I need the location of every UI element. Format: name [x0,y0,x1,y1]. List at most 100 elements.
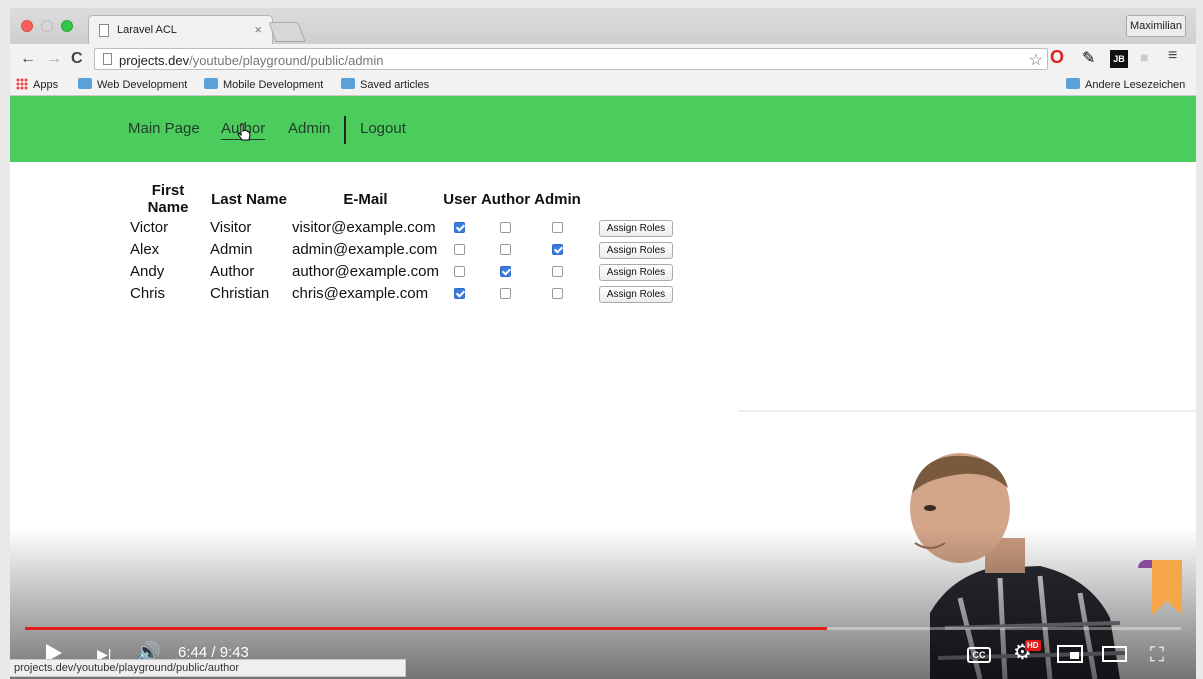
role-author-checkbox[interactable] [500,244,512,256]
role-author-checkbox[interactable] [500,222,512,234]
menu-icon[interactable]: ≡ [1168,47,1186,65]
cell-user [441,216,479,238]
cell-email: admin@example.com [292,240,438,258]
bookmark-other[interactable]: Andere Lesezeichen [1066,78,1185,91]
role-author-checkbox[interactable] [500,266,512,278]
browser-toolbar: ← → C projects.dev/youtube/playground/pu… [10,44,1196,74]
cell-first: Alex [130,240,160,258]
nav-logout[interactable]: Logout [360,120,406,137]
address-url: projects.dev/youtube/playground/public/a… [119,53,384,68]
user-icon[interactable]: ■ [1140,49,1158,67]
cell-last: Admin [210,240,253,258]
table-row: Andy Author author@example.com Assign Roles [128,260,675,282]
cell-user [441,282,479,304]
assign-roles-button[interactable]: Assign Roles [598,241,674,259]
nav-divider [344,116,346,144]
cell-action: Assign Roles [583,238,675,260]
page-icon [103,53,112,65]
apps-grid-icon [16,78,28,90]
nav-main-page[interactable]: Main Page [128,120,200,137]
forward-icon[interactable]: → [46,50,62,68]
column-header: Last Name [211,190,287,208]
cell-last: Author [210,262,255,280]
bookmark-ribbon-icon [1138,560,1154,568]
column-header: User [443,190,477,208]
bookmark-star-icon[interactable]: ☆ [1029,50,1043,70]
role-admin-checkbox[interactable] [551,266,563,278]
fullscreen-icon[interactable]: ⛶ [1150,644,1164,667]
reload-icon[interactable]: C [71,50,83,68]
status-url-bubble: projects.dev/youtube/playground/public/a… [10,659,406,677]
back-icon[interactable]: ← [20,50,36,68]
bookmark-folder[interactable]: Saved articles [341,78,429,91]
captions-button[interactable]: CC [967,647,991,663]
cell-action: Assign Roles [583,260,675,282]
column-header: First Name [147,182,189,216]
role-author-checkbox[interactable] [500,288,512,300]
cell-last: Visitor [210,218,252,236]
role-admin-checkbox[interactable] [551,222,563,234]
hd-badge: HD [1025,640,1041,651]
folder-icon [341,78,355,89]
cell-user [441,238,479,260]
bookmarks-bar: Apps Web Development Mobile Development … [10,74,1196,96]
cell-first: Victor [130,218,169,236]
table-row: Chris Christian chris@example.com Assign Ro… [128,282,675,304]
bookmark-folder[interactable]: Mobile Development [204,78,323,91]
window-titlebar: Laravel ACL × Maximilian [10,8,1196,44]
folder-icon [204,78,218,89]
users-table: First Name Last Name E-Mail User Author … [128,182,675,304]
cell-admin [532,238,583,260]
cell-action: Assign Roles [583,282,675,304]
cell-author [479,238,532,260]
opera-icon[interactable]: O [1050,47,1068,67]
role-admin-checkbox[interactable] [551,288,563,300]
cell-user [441,260,479,282]
cell-admin [532,282,583,304]
divider [738,410,1196,412]
folder-icon [78,78,92,89]
table-row: Victor Visitor visitor@example.com Assign R… [128,216,675,238]
cell-first: Chris [130,284,166,302]
cell-author [479,260,532,282]
cell-email: author@example.com [292,262,439,280]
assign-roles-button[interactable]: Assign Roles [598,285,674,303]
cell-author [479,216,532,238]
assign-roles-button[interactable]: Assign Roles [598,263,674,281]
assign-roles-button[interactable]: Assign Roles [598,219,674,237]
role-user-checkbox[interactable] [454,244,466,256]
browser-tab[interactable]: Laravel ACL × [88,15,273,44]
bookmark-apps[interactable]: Apps [16,78,58,91]
role-user-checkbox[interactable] [454,266,466,278]
video-progress-fill [25,627,828,630]
video-progress-bar[interactable] [25,627,1181,630]
column-header: Author [480,190,531,208]
new-tab-button[interactable] [268,22,306,42]
table-header-row: First Name Last Name E-Mail User Author … [128,182,675,216]
tab-title: Laravel ACL [117,24,177,36]
role-user-checkbox[interactable] [454,288,466,300]
cell-first: Andy [130,262,165,280]
profile-button[interactable]: Maximilian [1126,15,1186,37]
nav-admin[interactable]: Admin [288,120,331,137]
hand-cursor-icon [237,123,251,141]
site-navbar: Main Page Author Admin Logout [10,96,1196,162]
dropper-tool-icon[interactable]: ✎ [1082,48,1100,67]
theater-mode-button[interactable] [1102,646,1127,662]
miniplayer-button[interactable] [1057,645,1083,663]
cell-admin [532,260,583,282]
role-admin-checkbox[interactable] [551,244,563,256]
address-bar[interactable]: projects.dev/youtube/playground/public/a… [94,48,1048,70]
jetbrains-icon[interactable]: JB [1110,50,1128,68]
window-minimize-button[interactable] [41,20,53,32]
window-close-button[interactable] [21,20,33,32]
bookmark-folder[interactable]: Web Development [78,78,187,91]
cell-admin [532,216,583,238]
role-user-checkbox[interactable] [454,222,466,234]
folder-icon [1066,78,1080,89]
tab-close-icon[interactable]: × [254,22,262,37]
window-maximize-button[interactable] [61,20,73,32]
cell-email: visitor@example.com [292,218,436,236]
screen: Laravel ACL × Maximilian ← → C projects.… [10,8,1196,679]
cell-action: Assign Roles [583,216,675,238]
